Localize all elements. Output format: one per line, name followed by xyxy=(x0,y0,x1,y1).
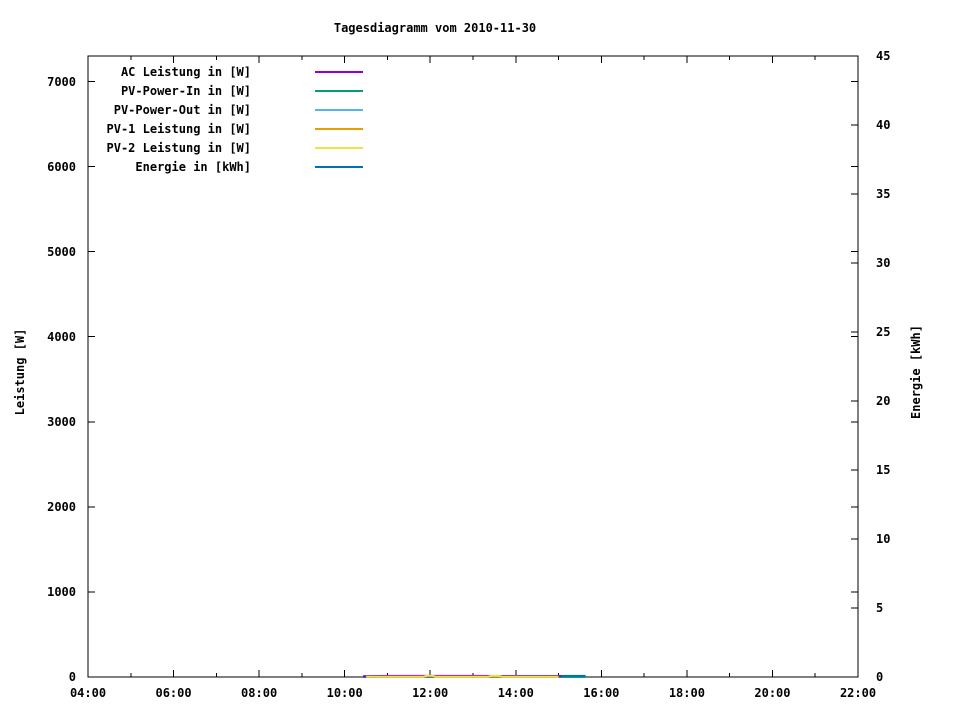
y1-tick-label: 6000 xyxy=(47,159,76,174)
legend-label: Energie in [kWh] xyxy=(135,160,251,174)
legend-line-sample xyxy=(315,147,363,149)
legend-label: PV-1 Leistung in [W] xyxy=(106,122,252,136)
y2-tick-label: 25 xyxy=(876,325,891,339)
daily-pv-chart: Tagesdiagramm vom 2010-11-30 Leistung [W… xyxy=(0,0,960,720)
legend-label: PV-Power-Out in [W] xyxy=(113,103,251,117)
y2-tick-label: 35 xyxy=(876,187,891,201)
x-tick-label: 18:00 xyxy=(668,686,705,700)
series-line-pv-2-leistung-in-w- xyxy=(366,674,559,678)
y2-tick-label: 20 xyxy=(876,394,891,408)
legend-line-sample xyxy=(315,90,363,92)
y1-tick-label: 2000 xyxy=(47,499,76,514)
y2-tick-label: 0 xyxy=(876,670,884,684)
legend-label: AC Leistung in [W] xyxy=(120,65,251,79)
legend-line-sample xyxy=(315,109,363,111)
legend-line-sample xyxy=(315,128,363,130)
y2-tick-label: 40 xyxy=(876,118,891,132)
y1-tick-label: 0 xyxy=(68,670,76,684)
y2-tick-label: 45 xyxy=(876,49,891,63)
y1-tick-label: 5000 xyxy=(47,244,76,259)
legend-line-sample xyxy=(315,71,363,73)
x-tick-label: 12:00 xyxy=(412,686,449,700)
y1-tick-label: 7000 xyxy=(47,74,76,89)
x-tick-label: 08:00 xyxy=(241,686,278,700)
legend-label: PV-2 Leistung in [W] xyxy=(106,141,252,155)
x-tick-label: 14:00 xyxy=(497,686,534,700)
y2-tick-label: 30 xyxy=(876,256,891,270)
legend-label: PV-Power-In in [W] xyxy=(120,84,251,98)
x-tick-label: 04:00 xyxy=(69,686,107,700)
x-tick-label: 22:00 xyxy=(839,686,877,700)
y2-tick-label: 5 xyxy=(876,601,884,615)
y1-tick-label: 4000 xyxy=(47,329,76,344)
x-tick-label: 06:00 xyxy=(155,686,192,700)
y1-tick-label: 1000 xyxy=(47,584,76,599)
y2-tick-label: 15 xyxy=(876,463,891,477)
x-tick-label: 16:00 xyxy=(583,686,620,700)
y2-tick-label: 10 xyxy=(876,532,891,546)
legend-line-sample xyxy=(315,166,363,168)
x-tick-label: 10:00 xyxy=(326,686,363,700)
x-tick-label: 20:00 xyxy=(754,686,791,700)
y1-tick-label: 3000 xyxy=(47,414,76,429)
